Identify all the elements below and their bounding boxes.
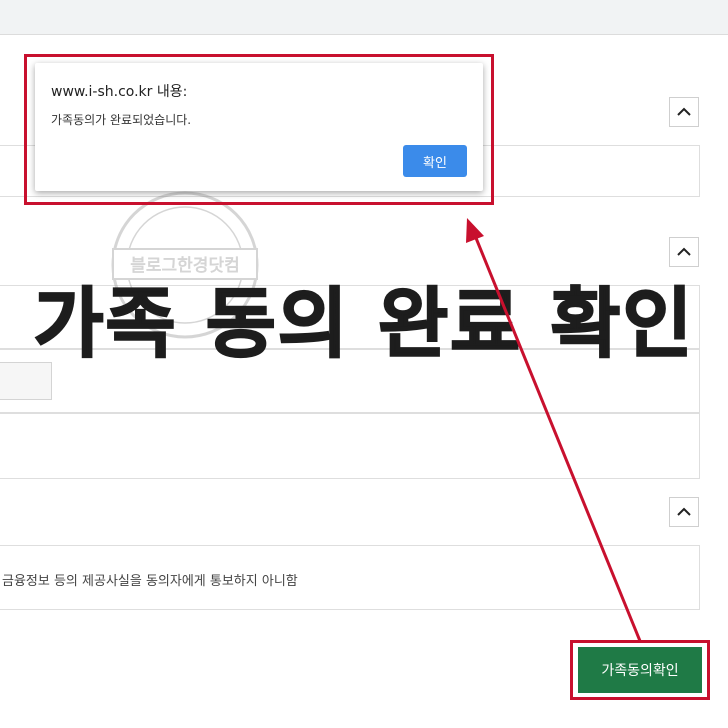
chevron-up-icon bbox=[677, 107, 691, 116]
notice-text: 금융정보 등의 제공사실을 동의자에게 통보하지 아니함 bbox=[2, 574, 298, 589]
family-consent-confirm-button[interactable]: 가족동의확인 bbox=[578, 647, 702, 693]
collapse-toggle-button-1[interactable] bbox=[669, 97, 699, 127]
dialog-highlight-box bbox=[24, 54, 494, 205]
chevron-up-icon bbox=[677, 247, 691, 256]
collapse-toggle-button-3[interactable] bbox=[669, 497, 699, 527]
headline-overlay: 가족 동의 완료 확인 bbox=[33, 278, 695, 369]
chevron-up-icon bbox=[677, 507, 691, 516]
browser-toolbar bbox=[0, 0, 728, 35]
section-row-2c bbox=[0, 413, 700, 479]
